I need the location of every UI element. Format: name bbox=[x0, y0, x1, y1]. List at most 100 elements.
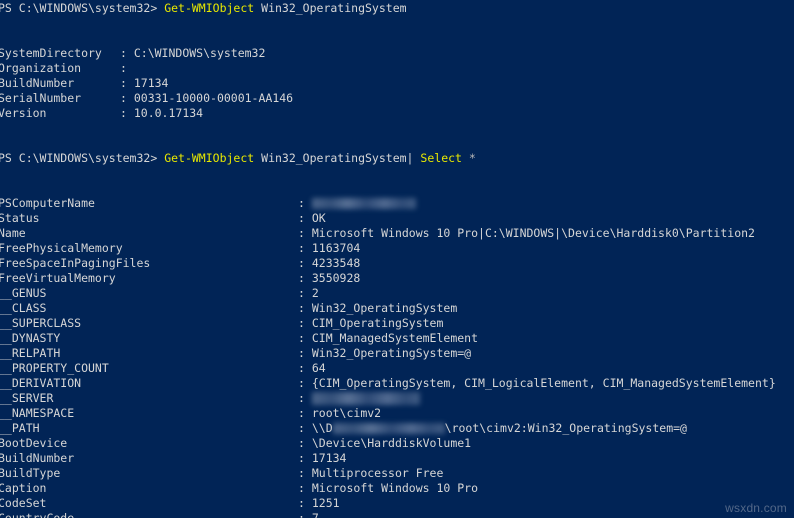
property-name: Organization bbox=[0, 61, 82, 75]
property-name: FreePhysicalMemory bbox=[0, 241, 123, 255]
property-row: SystemDirectory: C:\WINDOWS\system32 bbox=[0, 46, 794, 61]
watermark: wsxdn.com bbox=[725, 501, 787, 515]
property-separator: : bbox=[298, 316, 312, 330]
property-name: Caption bbox=[0, 481, 47, 495]
property-name: PSComputerName bbox=[0, 196, 95, 210]
property-name: BuildNumber bbox=[0, 76, 75, 90]
property-row: __DERIVATION: {CIM_OperatingSystem, CIM_… bbox=[0, 376, 794, 391]
property-separator: : bbox=[298, 451, 312, 465]
property-separator: : bbox=[298, 226, 312, 240]
property-separator: : bbox=[120, 106, 134, 120]
property-row: SerialNumber: 00331-10000-00001-AA146 bbox=[0, 91, 794, 106]
property-name: __CLASS bbox=[0, 301, 47, 315]
property-row: CountryCode: 7 bbox=[0, 511, 794, 518]
property-separator: : bbox=[298, 376, 312, 390]
property-value: CIM_ManagedSystemElement bbox=[311, 331, 479, 345]
property-row: __SERVER: bbox=[0, 391, 794, 406]
prompt-2: PS C:\WINDOWS\system32> bbox=[0, 151, 158, 165]
property-separator: : bbox=[120, 76, 134, 90]
space-6 bbox=[462, 151, 469, 165]
property-separator: : bbox=[120, 46, 134, 60]
property-separator: : bbox=[298, 391, 312, 405]
property-row: __NAMESPACE: root\cimv2 bbox=[0, 406, 794, 421]
property-name: CountryCode bbox=[0, 511, 75, 518]
property-value: OK bbox=[311, 211, 326, 225]
cmdlet-get-wmiobject-2: Get-WMIObject bbox=[164, 151, 255, 165]
property-name: Version bbox=[0, 106, 47, 120]
property-separator: : bbox=[298, 361, 312, 375]
property-separator: : bbox=[298, 481, 312, 495]
property-name: __NAMESPACE bbox=[0, 406, 75, 420]
output-block-1: SystemDirectory: C:\WINDOWS\system32 Org… bbox=[0, 46, 794, 121]
property-separator: : bbox=[298, 211, 312, 225]
property-name: BootDevice bbox=[0, 436, 68, 450]
property-value: 1251 bbox=[311, 496, 340, 510]
property-value: root\cimv2 bbox=[311, 406, 382, 420]
property-value-suffix: \root\cimv2:Win32_OperatingSystem=@ bbox=[444, 421, 687, 435]
property-value: Multiprocessor Free bbox=[311, 466, 444, 480]
redacted-value-pscomputername bbox=[311, 198, 416, 209]
property-separator: : bbox=[298, 496, 312, 510]
property-row: __PROPERTY_COUNT: 64 bbox=[0, 361, 794, 376]
cmdlet-select: Select bbox=[420, 151, 462, 165]
property-row: Caption: Microsoft Windows 10 Pro bbox=[0, 481, 794, 496]
property-row: BuildNumber: 17134 bbox=[0, 451, 794, 466]
property-separator: : bbox=[298, 286, 312, 300]
property-value: Microsoft Windows 10 Pro|C:\WINDOWS|\Dev… bbox=[311, 226, 755, 240]
property-separator: : bbox=[298, 331, 312, 345]
property-row: Status: OK bbox=[0, 211, 794, 226]
property-value: 3550928 bbox=[311, 271, 361, 285]
command-line-1: PS C:\WINDOWS\system32> Get-WMIObject Wi… bbox=[0, 1, 794, 16]
property-value: {CIM_OperatingSystem, CIM_LogicalElement… bbox=[311, 376, 776, 390]
property-separator: : bbox=[298, 466, 312, 480]
property-separator: : bbox=[298, 406, 312, 420]
property-separator: : bbox=[298, 196, 312, 210]
property-name: SystemDirectory bbox=[0, 46, 102, 60]
property-row: PSComputerName: bbox=[0, 196, 794, 211]
property-row: __GENUS: 2 bbox=[0, 286, 794, 301]
property-name: BuildType bbox=[0, 466, 61, 480]
property-value: 4233548 bbox=[311, 256, 361, 270]
property-row: BuildType: Multiprocessor Free bbox=[0, 466, 794, 481]
property-value: Win32_OperatingSystem=@ bbox=[311, 346, 472, 360]
property-row: FreeSpaceInPagingFiles: 4233548 bbox=[0, 256, 794, 271]
property-name: __DERIVATION bbox=[0, 376, 82, 390]
property-row: __CLASS: Win32_OperatingSystem bbox=[0, 301, 794, 316]
property-name: __SUPERCLASS bbox=[0, 316, 82, 330]
property-value: CIM_OperatingSystem bbox=[311, 316, 444, 330]
property-row: Name: Microsoft Windows 10 Pro|C:\WINDOW… bbox=[0, 226, 794, 241]
property-name: __DYNASTY bbox=[0, 331, 61, 345]
property-value: Microsoft Windows 10 Pro bbox=[311, 481, 479, 495]
property-value: 1163704 bbox=[311, 241, 361, 255]
property-row: __SUPERCLASS: CIM_OperatingSystem bbox=[0, 316, 794, 331]
property-separator: : bbox=[298, 241, 312, 255]
property-value: 00331-10000-00001-AA146 bbox=[133, 91, 294, 105]
property-name: BuildNumber bbox=[0, 451, 75, 465]
property-row: Organization: bbox=[0, 61, 794, 76]
property-row: BuildNumber: 17134 bbox=[0, 76, 794, 91]
property-value: 2 bbox=[311, 286, 319, 300]
output-block-2: PSComputerName: Status: OK Name: Microso… bbox=[0, 196, 794, 518]
redacted-value-path bbox=[332, 423, 445, 434]
property-value: 64 bbox=[311, 361, 326, 375]
property-row: __DYNASTY: CIM_ManagedSystemElement bbox=[0, 331, 794, 346]
powershell-console[interactable]: PS C:\WINDOWS\system32> Get-WMIObject Wi… bbox=[0, 0, 794, 518]
property-separator: : bbox=[298, 511, 312, 518]
cmdlet-argument-2: Win32_OperatingSystem bbox=[261, 151, 407, 165]
property-name: SerialNumber bbox=[0, 91, 82, 105]
property-separator: : bbox=[298, 421, 312, 435]
prompt-1: PS C:\WINDOWS\system32> bbox=[0, 1, 158, 15]
property-value: Win32_OperatingSystem bbox=[311, 301, 458, 315]
property-name: __GENUS bbox=[0, 286, 47, 300]
property-row: BootDevice: \Device\HarddiskVolume1 bbox=[0, 436, 794, 451]
property-separator: : bbox=[298, 271, 312, 285]
property-value: 7 bbox=[311, 511, 319, 518]
cmdlet-get-wmiobject-1: Get-WMIObject bbox=[164, 1, 255, 15]
property-name: FreeVirtualMemory bbox=[0, 271, 116, 285]
property-value-prefix: \\D bbox=[311, 421, 333, 435]
